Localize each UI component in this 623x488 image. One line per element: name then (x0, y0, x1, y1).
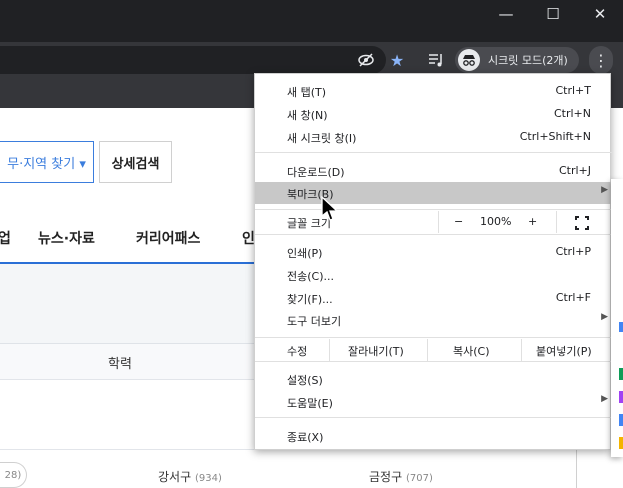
copy-button[interactable]: 복사(C) (453, 343, 490, 359)
nav-tab-news[interactable]: 뉴스·자료 (38, 228, 95, 248)
menu-separator (255, 417, 612, 418)
chevron-right-icon: ▶ (601, 394, 608, 404)
menu-divider (438, 211, 439, 233)
menu-item-font-size: 글꼴 크기 (287, 217, 331, 230)
menu-item-cast[interactable]: 전송(C)... (255, 264, 612, 286)
menu-separator (255, 234, 612, 235)
chevron-right-icon: ▶ (601, 312, 608, 322)
zoom-in-button[interactable]: + (528, 215, 537, 228)
mouse-cursor-icon (321, 196, 339, 221)
district-geumjeong[interactable]: 금정구 (707) (369, 468, 433, 485)
column-education: 학력 (108, 357, 132, 372)
divider (576, 449, 577, 488)
bookmark-icon[interactable] (619, 414, 623, 426)
incognito-badge[interactable]: 시크릿 모드(2개) (455, 47, 579, 73)
menu-item-bookmarks[interactable]: 북마크(B) ▶ (255, 182, 612, 204)
media-queue-icon[interactable] (424, 49, 448, 71)
fullscreen-icon[interactable] (575, 216, 589, 230)
menu-divider (521, 339, 522, 361)
kebab-menu-icon[interactable]: ⋮ (589, 46, 613, 74)
chrome-app-menu: 새 탭(T) Ctrl+T 새 창(N) Ctrl+N 새 시크릿 창(I) C… (254, 73, 612, 450)
eye-off-icon[interactable] (354, 49, 378, 71)
cut-button[interactable]: 잘라내기(T) (348, 343, 404, 359)
address-bar[interactable] (0, 46, 386, 74)
nav-tab-jobs[interactable]: 업 (0, 228, 11, 248)
chevron-right-icon: ▶ (601, 185, 608, 195)
menu-item-print[interactable]: 인쇄(P) Ctrl+P (255, 241, 612, 263)
menu-item-new-window[interactable]: 새 창(N) Ctrl+N (255, 103, 612, 125)
incognito-icon (458, 49, 480, 71)
menu-item-settings[interactable]: 설정(S) (255, 368, 612, 390)
menu-item-more-tools[interactable]: 도구 더보기 ▶ (255, 309, 612, 331)
menu-separator (255, 361, 612, 362)
menu-separator (255, 209, 612, 210)
paste-button[interactable]: 붙여넣기(P) (536, 343, 592, 359)
incognito-label: 시크릿 모드(2개) (488, 54, 568, 67)
menu-divider (556, 211, 557, 233)
title-bar: — ☐ ✕ (0, 0, 623, 42)
region-filter-button[interactable]: 무·지역 찾기 ▾ (0, 141, 94, 183)
menu-item-exit[interactable]: 종료(X) (255, 425, 612, 447)
detail-search-button[interactable]: 상세검색 (99, 141, 172, 183)
zoom-level: 100% (480, 215, 512, 228)
menu-item-find[interactable]: 찾기(F)... Ctrl+F (255, 287, 612, 309)
bookmark-icon[interactable] (619, 322, 623, 332)
bookmark-icon[interactable] (619, 391, 623, 403)
menu-separator (255, 337, 612, 338)
bookmark-icon[interactable] (619, 368, 623, 380)
close-icon[interactable]: ✕ (577, 0, 623, 28)
nav-tab-careerpath[interactable]: 커리어패스 (136, 228, 200, 248)
menu-item-help[interactable]: 도움말(E) ▶ (255, 391, 612, 413)
zoom-out-button[interactable]: − (454, 215, 463, 228)
district-chip[interactable]: 28) (0, 462, 27, 488)
menu-divider (427, 339, 428, 361)
menu-separator (255, 152, 612, 153)
district-gangseo[interactable]: 강서구 (934) (158, 468, 222, 485)
menu-divider (329, 339, 330, 361)
menu-item-new-incognito[interactable]: 새 시크릿 창(I) Ctrl+Shift+N (255, 126, 612, 148)
menu-item-new-tab[interactable]: 새 탭(T) Ctrl+T (255, 80, 612, 102)
bookmark-icon[interactable] (619, 437, 623, 449)
minimize-icon[interactable]: — (483, 0, 529, 28)
nav-tab-more[interactable]: 인 (242, 228, 255, 248)
star-icon[interactable]: ★ (385, 49, 409, 71)
maximize-icon[interactable]: ☐ (530, 0, 576, 28)
menu-item-downloads[interactable]: 다운로드(D) Ctrl+J (255, 160, 612, 182)
